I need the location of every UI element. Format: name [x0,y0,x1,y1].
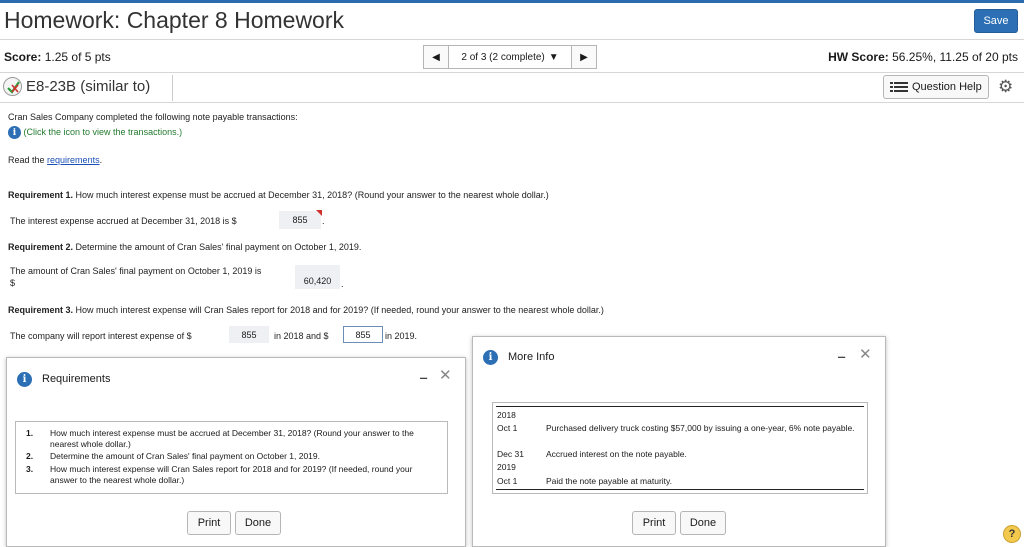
req3-answer-2019-value: 855 [355,329,371,340]
req2-text: Determine the amount of Cran Sales' fina… [75,242,362,252]
more-info-popup-header[interactable]: i More Info [473,337,885,377]
read-requirements: Read the requirements. [8,155,102,165]
list-item-number: 3. [26,463,34,474]
more-info-popup-title: More Info [508,351,555,363]
divider [172,75,173,101]
date-dec-31: Dec 31 [497,449,524,459]
triangle-down-icon: ▼ [548,51,559,63]
info-icon: i [17,371,32,387]
score: Score: 1.25 of 5 pts [4,50,111,64]
list-item-text: How much interest expense will Cran Sale… [50,463,413,485]
question-bar: E8-23B (similar to) Question Help ⚙ [0,73,1024,103]
req2-label: Requirement 2. [8,242,74,252]
read-suffix: . [99,155,103,165]
req1-answer-text: The interest expense accrued at December… [10,216,237,226]
previous-question-button[interactable]: ◀ [423,45,449,69]
list-icon [890,82,908,92]
triangle-right-icon: ▶ [580,51,588,63]
date-oct-1: Oct 1 [497,423,518,433]
question-select[interactable]: 2 of 3 (2 complete) ▼ [449,45,571,69]
list-item-text: How much interest expense must be accrue… [50,428,414,449]
minimize-icon[interactable]: ‒ [838,349,845,364]
divider [496,406,864,407]
req1-text: How much interest expense must be accrue… [75,190,549,200]
list-item: 1. How much interest expense must be acc… [26,428,440,449]
date-oct-1: Oct 1 [497,476,518,486]
transaction-text: Accrued interest on the note payable. [546,449,687,459]
req3-label: Requirement 3. [8,305,74,315]
question-navigator: ◀ 2 of 3 (2 complete) ▼ ▶ [423,45,597,69]
req2-answer-text: The amount of Cran Sales' final payment … [10,266,262,276]
requirement-3: Requirement 3. How much interest expense… [8,305,604,315]
hw-score-label: HW Score: [828,50,889,64]
requirement-2: Requirement 2. Determine the amount of C… [8,242,361,252]
req2-dollar: $ [10,278,16,288]
transactions-link[interactable]: i (Click the icon to view the transactio… [8,126,182,139]
req3-end-text: in 2019. [385,331,418,341]
homework-title: Homework: Chapter 8 Homework [4,7,345,33]
req2-period: . [341,279,344,289]
score-value: 1.25 of 5 pts [44,50,111,64]
click-note: (Click the icon to view the transactions… [23,126,183,137]
req1-answer-value: 855 [292,215,308,225]
triangle-left-icon: ◀ [432,51,440,63]
year-2019: 2019 [497,462,516,472]
req2-answer-value: 60,420 [303,276,332,286]
list-item: 2. Determine the amount of Cran Sales' f… [26,451,440,462]
intro-text: Cran Sales Company completed the followi… [8,112,298,122]
close-icon[interactable]: ✕ [859,345,872,363]
req1-period: . [322,216,325,226]
gear-icon[interactable]: ⚙ [998,77,1013,97]
requirements-list-box: 1. How much interest expense must be acc… [15,421,448,494]
question-help-label: Question Help [912,81,982,93]
list-item-number: 1. [26,428,34,438]
question-help-button[interactable]: Question Help [883,75,989,99]
requirements-print-button[interactable]: Print [187,511,231,535]
list-item-text: Determine the amount of Cran Sales' fina… [50,451,320,462]
requirements-popup-header[interactable]: i Requirements [7,358,465,400]
info-done-button[interactable]: Done [680,511,726,535]
info-icon: i [483,349,498,365]
req3-answer-2018-value: 855 [241,329,257,340]
score-bar: Score: 1.25 of 5 pts ◀ 2 of 3 (2 complet… [0,39,1024,73]
transaction-text: Paid the note payable at maturity. [546,476,673,486]
year-2018: 2018 [497,410,516,420]
transactions-box: 2018 Oct 1 Purchased delivery truck cost… [492,402,868,494]
question-title: E8-23B (similar to) [26,78,151,95]
top-accent-line [0,0,1024,3]
req3-answer-2019-field[interactable]: 855 [343,326,383,343]
info-print-button[interactable]: Print [632,511,676,535]
help-icon[interactable]: ? [1003,525,1021,543]
req1-label: Requirement 1. [8,190,74,200]
hw-score: HW Score: 56.25%, 11.25 of 20 pts [828,50,1018,64]
list-item: 3. How much interest expense will Cran S… [26,464,440,485]
info-icon[interactable]: i [8,126,21,139]
req3-answer-text: The company will report interest expense… [10,331,192,341]
req3-mid-text: in 2018 and $ [274,331,329,341]
close-icon[interactable]: ✕ [439,366,452,384]
list-item-number: 2. [26,451,34,462]
read-prefix: Read the [8,155,45,165]
score-label: Score: [4,50,42,64]
requirements-link[interactable]: requirements [47,155,100,165]
divider [496,489,864,490]
save-button[interactable]: Save [974,9,1018,33]
requirements-done-button[interactable]: Done [235,511,281,535]
requirements-popup-title: Requirements [42,373,111,385]
req2-answer-field[interactable]: 60,420 [295,265,340,289]
transaction-text: Purchased delivery truck costing $57,000… [546,423,855,433]
req3-answer-2018-field[interactable]: 855 [229,326,269,343]
requirements-list: 1. How much interest expense must be acc… [26,428,440,487]
question-status: 2 of 3 (2 complete) [461,51,545,63]
req3-text: How much interest expense will Cran Sale… [75,305,604,315]
partial-credit-icon [3,77,22,96]
next-question-button[interactable]: ▶ [571,45,597,69]
hw-score-value: 56.25%, 11.25 of 20 pts [892,50,1018,64]
req1-answer-field[interactable]: 855 [279,210,322,229]
minimize-icon[interactable]: ‒ [420,370,427,385]
requirement-1: Requirement 1. How much interest expense… [8,190,549,200]
